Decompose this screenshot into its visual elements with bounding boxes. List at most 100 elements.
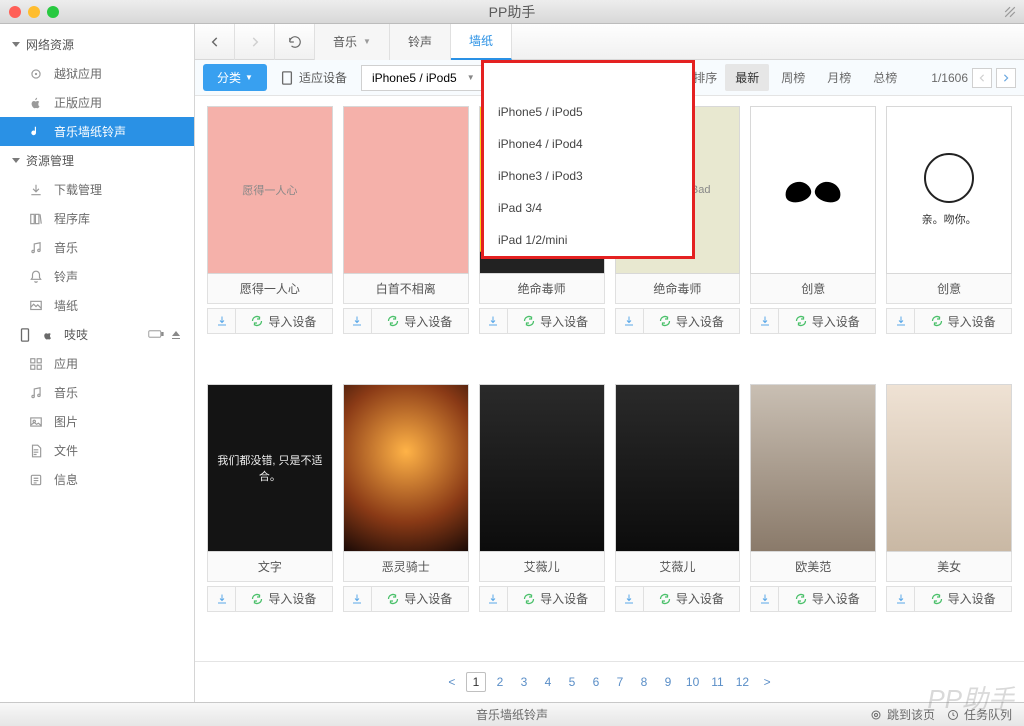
sidebar-section-network[interactable]: 网络资源: [0, 30, 194, 59]
device-option[interactable]: iPhone5 / iPod5: [484, 96, 692, 128]
page-number[interactable]: 2: [490, 672, 510, 692]
wallpaper-thumbnail[interactable]: 我们都没错, 只是不适合。: [207, 384, 333, 552]
page-number[interactable]: 4: [538, 672, 558, 692]
refresh-button[interactable]: [275, 24, 315, 60]
sidebar-item-jailbreak[interactable]: 越狱应用: [0, 59, 194, 88]
back-button[interactable]: [195, 24, 235, 60]
adapt-device-toggle[interactable]: 适应设备: [273, 69, 355, 86]
forward-button[interactable]: [235, 24, 275, 60]
import-device-button[interactable]: 导入设备: [779, 309, 875, 333]
category-button[interactable]: 分类▼: [203, 64, 267, 91]
resize-icon[interactable]: [1004, 6, 1016, 18]
main-panel: 音乐▼ 铃声 墙纸 分类▼ 适应设备 iPhone5 / iPod5▼ iPho…: [195, 24, 1024, 702]
import-device-button[interactable]: 导入设备: [372, 309, 468, 333]
import-device-button[interactable]: 导入设备: [915, 309, 1011, 333]
import-device-button[interactable]: 导入设备: [508, 587, 604, 611]
page-number[interactable]: 9: [658, 672, 678, 692]
sidebar-item-ringtone[interactable]: 铃声: [0, 262, 194, 291]
sync-icon: [659, 315, 671, 327]
wallpaper-card: 创意 导入设备: [750, 106, 876, 374]
tab-wallpaper[interactable]: 墙纸: [451, 24, 512, 60]
download-icon-button[interactable]: [751, 587, 779, 611]
download-icon-button[interactable]: [616, 309, 644, 333]
page-number[interactable]: 5: [562, 672, 582, 692]
wallpaper-title: 艾薇儿: [479, 552, 605, 582]
sidebar-device-files[interactable]: 文件: [0, 436, 194, 465]
device-option[interactable]: iPad 1/2/mini: [484, 224, 692, 256]
device-option[interactable]: iPad 3/4: [484, 192, 692, 224]
import-device-button[interactable]: 导入设备: [236, 309, 332, 333]
sidebar-item-downloads[interactable]: 下载管理: [0, 175, 194, 204]
wallpaper-title: 绝命毒师: [615, 274, 741, 304]
sync-icon: [931, 593, 943, 605]
wallpaper-thumbnail[interactable]: 愿得一人心: [207, 106, 333, 274]
import-device-button[interactable]: 导入设备: [644, 309, 740, 333]
wallpaper-title: 文字: [207, 552, 333, 582]
import-device-button[interactable]: 导入设备: [236, 587, 332, 611]
wallpaper-thumbnail[interactable]: [615, 384, 741, 552]
wallpaper-thumbnail[interactable]: 亲。吻你。: [886, 106, 1012, 274]
download-icon-button[interactable]: [480, 309, 508, 333]
page-number[interactable]: 11: [707, 672, 727, 692]
download-icon-button[interactable]: [887, 587, 915, 611]
page-number[interactable]: 1: [466, 672, 486, 692]
download-icon-button[interactable]: [344, 587, 372, 611]
sidebar-item-genuine[interactable]: 正版应用: [0, 88, 194, 117]
sort-icon: [677, 72, 689, 84]
page-number[interactable]: 7: [610, 672, 630, 692]
jump-to-page[interactable]: 跳到该页: [870, 706, 935, 723]
download-icon-button[interactable]: [616, 587, 644, 611]
download-icon-button[interactable]: [208, 587, 236, 611]
sidebar: 网络资源 越狱应用 正版应用 音乐墙纸铃声 资源管理 下载管理 程序库 音乐 铃…: [0, 24, 195, 702]
wallpaper-thumbnail[interactable]: [750, 106, 876, 274]
device-option[interactable]: iPhone4 / iPod4: [484, 128, 692, 160]
device-filter-dropdown[interactable]: iPhone5 / iPod5▼: [361, 65, 486, 91]
eject-icon[interactable]: [170, 329, 182, 341]
page-next-top[interactable]: [996, 68, 1016, 88]
download-icon-button[interactable]: [480, 587, 508, 611]
tab-music[interactable]: 音乐▼: [315, 24, 390, 60]
import-device-button[interactable]: 导入设备: [644, 587, 740, 611]
sidebar-device-info[interactable]: 信息: [0, 465, 194, 494]
sort-weekly[interactable]: 周榜: [771, 64, 815, 91]
wallpaper-title: 艾薇儿: [615, 552, 741, 582]
page-prev-top[interactable]: [972, 68, 992, 88]
page-number[interactable]: 8: [634, 672, 654, 692]
wallpaper-thumbnail[interactable]: [750, 384, 876, 552]
import-device-button[interactable]: 导入设备: [372, 587, 468, 611]
sidebar-device-photos[interactable]: 图片: [0, 407, 194, 436]
sidebar-section-resources[interactable]: 资源管理: [0, 146, 194, 175]
page-prev[interactable]: <: [442, 672, 462, 692]
download-icon-button[interactable]: [887, 309, 915, 333]
import-device-button[interactable]: 导入设备: [508, 309, 604, 333]
device-option[interactable]: iPhone3 / iPod3: [484, 160, 692, 192]
download-icon-button[interactable]: [208, 309, 236, 333]
page-number[interactable]: 6: [586, 672, 606, 692]
download-icon-button[interactable]: [344, 309, 372, 333]
sidebar-item-library[interactable]: 程序库: [0, 204, 194, 233]
wallpaper-thumbnail[interactable]: [343, 384, 469, 552]
sort-latest[interactable]: 最新: [725, 64, 769, 91]
wallpaper-thumbnail[interactable]: [343, 106, 469, 274]
dropdown-highlight: [481, 60, 695, 96]
sidebar-item-media[interactable]: 音乐墙纸铃声: [0, 117, 194, 146]
download-icon-button[interactable]: [751, 309, 779, 333]
wallpaper-thumbnail[interactable]: [886, 384, 1012, 552]
sidebar-device-header[interactable]: 吱吱: [0, 320, 194, 349]
sidebar-device-music[interactable]: 音乐: [0, 378, 194, 407]
import-device-button[interactable]: 导入设备: [779, 587, 875, 611]
wallpaper-thumbnail[interactable]: [479, 384, 605, 552]
tab-ringtone[interactable]: 铃声: [390, 24, 451, 60]
sidebar-device-apps[interactable]: 应用: [0, 349, 194, 378]
page-number[interactable]: 12: [732, 672, 753, 692]
info-icon: [28, 472, 44, 488]
task-queue[interactable]: 任务队列: [947, 706, 1012, 723]
sidebar-item-wallpaper[interactable]: 墙纸: [0, 291, 194, 320]
page-number[interactable]: 3: [514, 672, 534, 692]
sort-monthly[interactable]: 月榜: [817, 64, 861, 91]
page-number[interactable]: 10: [682, 672, 703, 692]
import-device-button[interactable]: 导入设备: [915, 587, 1011, 611]
sort-total[interactable]: 总榜: [863, 64, 907, 91]
sidebar-item-music[interactable]: 音乐: [0, 233, 194, 262]
page-next[interactable]: >: [757, 672, 777, 692]
